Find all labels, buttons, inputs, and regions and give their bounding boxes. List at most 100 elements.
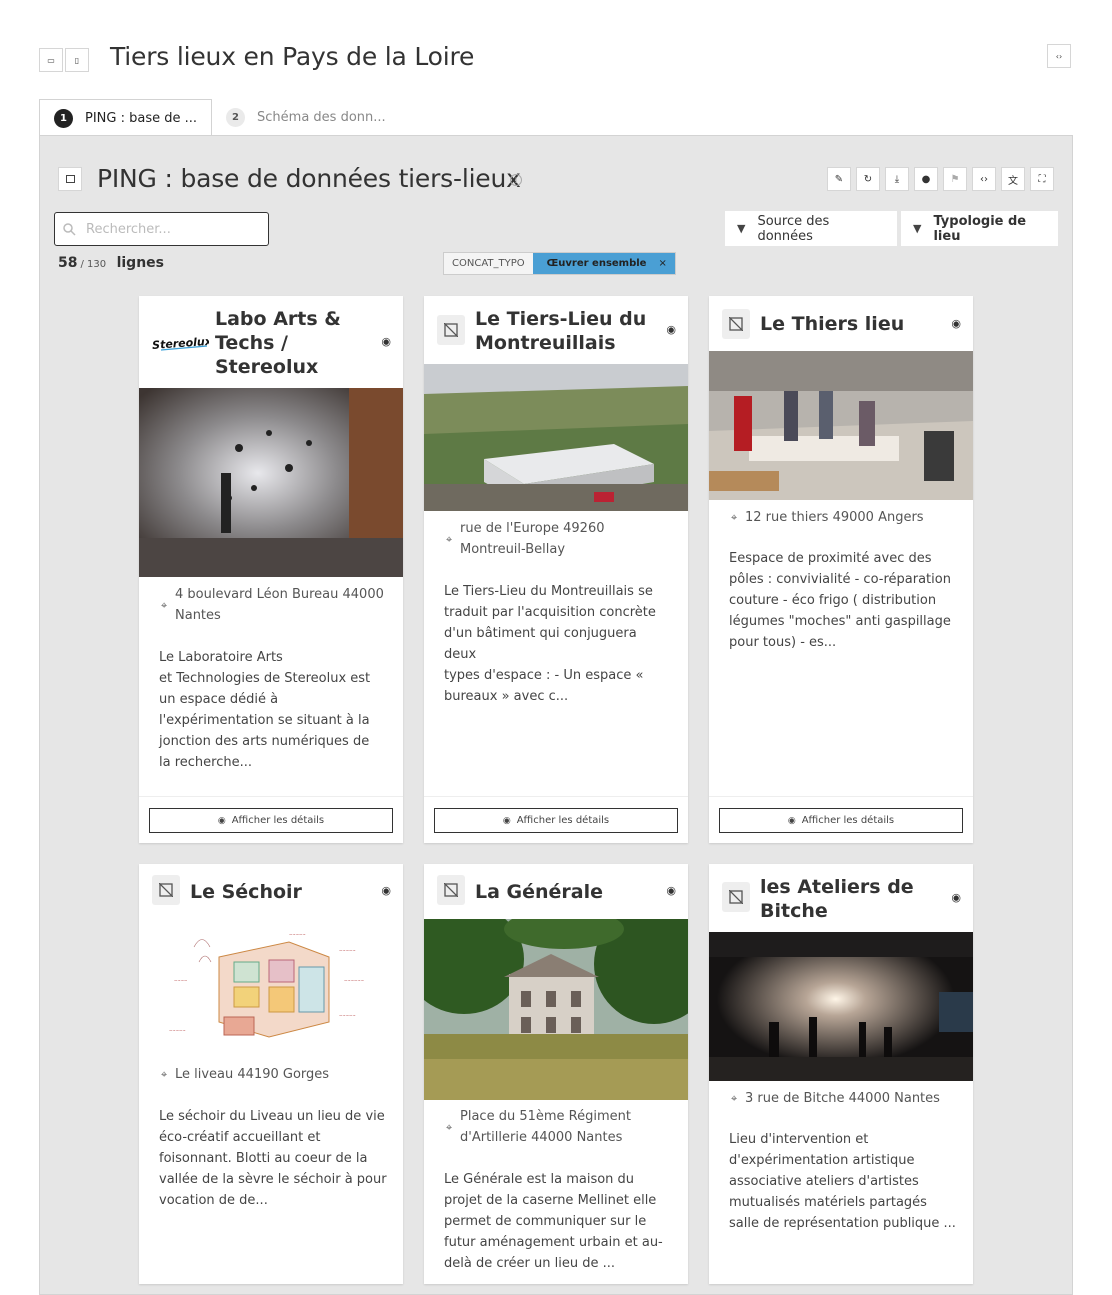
card-address: ⌖ 3 rue de Bitche 44000 Nantes xyxy=(731,1088,940,1109)
tab-number: 1 xyxy=(54,108,73,128)
filter-tag-value: Œuvrer ensemble × xyxy=(532,253,675,274)
description-line: vallée de la sèvre le séchoir à pour xyxy=(159,1172,387,1187)
description-line: légumes "moches" anti gaspillage xyxy=(729,614,951,629)
tab-bar: 1 PING : base de ... 2 Schéma des donn..… xyxy=(39,99,400,136)
show-details-button[interactable]: ◉ Afficher les détails xyxy=(434,808,678,833)
place-card: Le Tiers-Lieu du Montreuillais ◉ ⌖ rue d… xyxy=(424,296,688,843)
svg-text:~~~~~: ~~~~~ xyxy=(339,1013,356,1018)
panel-title: PING : base de données tiers-lieux xyxy=(97,164,521,193)
show-details-button[interactable]: ◉ Afficher les détails xyxy=(149,808,393,833)
list-view-button[interactable]: ▯ xyxy=(65,48,89,72)
no-image-icon xyxy=(152,875,180,905)
user-icon[interactable]: ● xyxy=(914,167,938,191)
info-icon[interactable]: i xyxy=(510,174,522,186)
eye-icon[interactable]: ◉ xyxy=(381,335,391,348)
tab-number: 2 xyxy=(226,107,246,127)
card-image xyxy=(709,932,973,1081)
stereolux-logo: Stereolux xyxy=(151,328,213,356)
description-line: foisonnant. Blotti au coeur de la xyxy=(159,1151,368,1166)
svg-text:~~~~~: ~~~~~ xyxy=(289,932,306,937)
square-icon xyxy=(65,175,75,183)
fullscreen-icon[interactable]: ⛶ xyxy=(1030,167,1054,191)
count-total: / 130 xyxy=(80,259,107,270)
svg-text:~~~~~~: ~~~~~~ xyxy=(344,978,364,983)
card-address: ⌖ Le liveau 44190 Gorges xyxy=(161,1064,329,1085)
map-pin-icon: ⌖ xyxy=(731,1092,738,1105)
card-address: ⌖ Place du 51ème Régiment d'Artillerie 44… xyxy=(446,1106,631,1148)
card-title: les Ateliers de Bitche xyxy=(760,875,914,923)
filter-icon: ▼ xyxy=(737,222,746,235)
grid-view-button[interactable]: ▭ xyxy=(39,48,63,72)
description-line: types d'espace : - Un espace « xyxy=(444,668,644,683)
code-view-button[interactable]: ‹› xyxy=(1047,44,1071,68)
description-line: futur aménagement urbain et au- xyxy=(444,1235,663,1250)
place-card: La Générale ◉ ⌖ Place du 51ème Régiment d… xyxy=(424,864,688,1284)
title-line: Le Tiers-Lieu du xyxy=(475,308,647,330)
count-label: lignes xyxy=(116,255,164,271)
count-shown: 58 xyxy=(58,255,78,271)
address-line: 3 rue de Bitche 44000 Nantes xyxy=(745,1091,940,1106)
remove-filter-icon[interactable]: × xyxy=(658,258,666,269)
edit-icon[interactable]: ✎ xyxy=(827,167,851,191)
map-pin-icon: ⌖ xyxy=(161,598,168,612)
card-image xyxy=(424,919,688,1100)
eye-icon: ◉ xyxy=(502,815,511,826)
card-title: La Générale xyxy=(475,880,603,904)
description-line: pour tous) - es... xyxy=(729,635,837,650)
tab-label: PING : base de ... xyxy=(85,110,198,126)
search-input[interactable] xyxy=(84,220,258,238)
page-title: Tiers lieux en Pays de la Loire xyxy=(110,42,475,71)
button-label: Afficher les détails xyxy=(801,815,895,826)
button-label: Afficher les détails xyxy=(231,815,325,826)
card-description: Le séchoir du Liveau un lieu de vie éco-… xyxy=(159,1106,387,1211)
card-address: ⌖ rue de l'Europe 49260 Montreuil-Bellay xyxy=(446,518,605,560)
card-address: ⌖ 12 rue thiers 49000 Angers xyxy=(731,507,924,528)
map-pin-icon: ⌖ xyxy=(446,1120,453,1134)
description-line: delà de créer un lieu de ... xyxy=(444,1256,616,1271)
description-line: Le Générale est la maison du xyxy=(444,1172,635,1187)
flag-icon[interactable]: ⚑ xyxy=(943,167,967,191)
show-details-button[interactable]: ◉ Afficher les détails xyxy=(719,808,963,833)
address-line: 4 boulevard Léon Bureau 44000 xyxy=(175,587,384,602)
tab-base-de-donnees[interactable]: 1 PING : base de ... xyxy=(39,99,213,136)
description-line: Le Laboratoire Arts xyxy=(159,650,283,665)
download-icon[interactable]: ⤓ xyxy=(885,167,909,191)
address-line: Le liveau 44190 Gorges xyxy=(175,1067,330,1082)
refresh-icon[interactable]: ↻ xyxy=(856,167,880,191)
filter-tag-key: CONCAT_TYPO xyxy=(444,253,533,274)
translate-icon[interactable]: 文 xyxy=(1001,167,1025,191)
title-line: les Ateliers de xyxy=(760,876,914,898)
filter-source-button[interactable]: ▼ Source des données xyxy=(725,211,897,246)
card-description: Le Tiers-Lieu du Montreuillais se tradui… xyxy=(444,581,672,707)
address-line: rue de l'Europe 49260 xyxy=(460,521,605,536)
description-line: Le Tiers-Lieu du Montreuillais se xyxy=(444,584,653,599)
code-icon[interactable]: ‹› xyxy=(972,167,996,191)
filter-typologie-button[interactable]: ▼ Typologie de lieu xyxy=(901,211,1058,246)
description-line: l'expérimentation se situant à la xyxy=(159,713,370,728)
description-line: jonction des arts numériques de xyxy=(159,734,370,749)
description-line: et Technologies de Stereolux est xyxy=(159,671,371,686)
description-line: salle de représentation publique ... xyxy=(729,1216,956,1231)
address-line: 12 rue thiers 49000 Angers xyxy=(745,510,924,525)
eye-icon[interactable]: ◉ xyxy=(951,317,961,330)
description-line: traduit par l'acquisition concrète xyxy=(444,605,656,620)
place-card: Stereolux Labo Arts & Techs / Stereolux … xyxy=(139,296,403,843)
address-line: Nantes xyxy=(175,608,221,623)
place-card: Le Thiers lieu ◉ ⌖ 12 rue thiers 49000 A… xyxy=(709,296,973,843)
card-description: Le Générale est la maison du projet de l… xyxy=(444,1169,672,1274)
eye-icon[interactable]: ◉ xyxy=(951,891,961,904)
card-title: Le Tiers-Lieu du Montreuillais xyxy=(475,307,646,355)
tab-schema[interactable]: 2 Schéma des donn... xyxy=(212,99,400,135)
no-image-icon xyxy=(437,315,465,345)
eye-icon[interactable]: ◉ xyxy=(381,884,391,897)
description-line: projet de la caserne Mellinet elle xyxy=(444,1193,657,1208)
card-title: Le Thiers lieu xyxy=(760,312,904,336)
select-toggle-button[interactable] xyxy=(58,167,82,191)
eye-icon[interactable]: ◉ xyxy=(666,884,676,897)
card-image xyxy=(709,351,973,500)
card-description: Lieu d'intervention et d'expérimentation… xyxy=(729,1129,957,1234)
eye-icon[interactable]: ◉ xyxy=(666,323,676,336)
title-line: Stereolux xyxy=(215,356,319,378)
description-line: couture - éco frigo ( distribution xyxy=(729,593,937,608)
description-line: la recherche... xyxy=(159,755,252,770)
